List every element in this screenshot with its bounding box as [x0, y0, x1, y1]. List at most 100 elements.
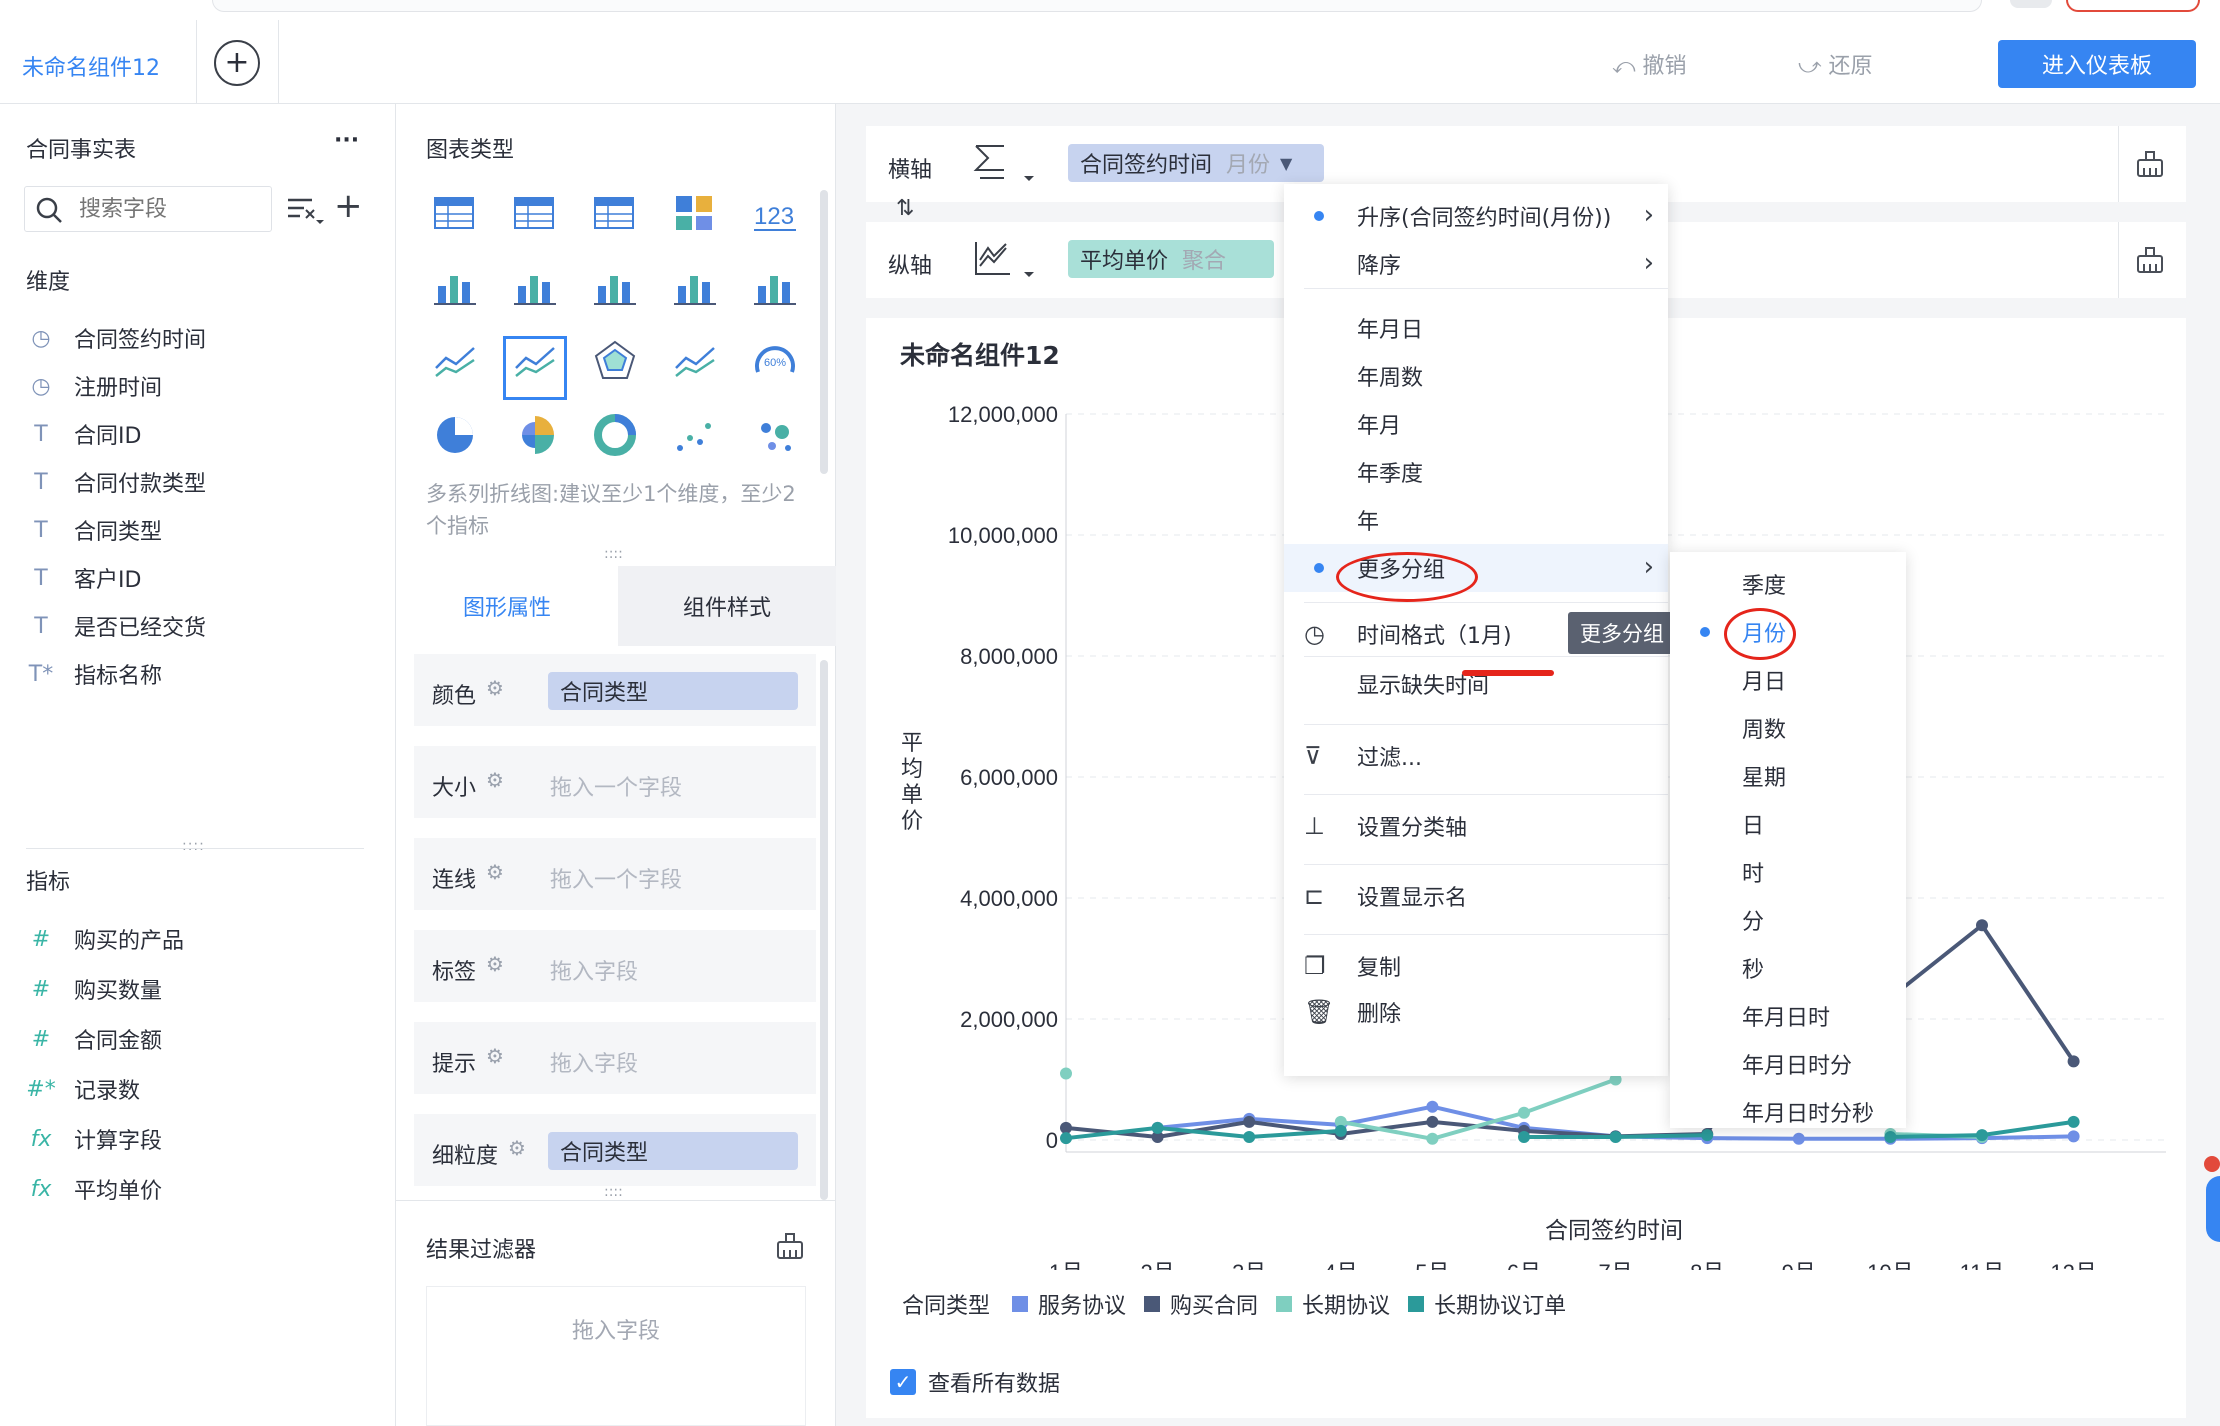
waterfall-icon[interactable]: [752, 264, 798, 310]
kpi-icon[interactable]: 123: [752, 190, 798, 236]
property-field-chip[interactable]: 合同类型: [548, 672, 798, 710]
more-options-button[interactable]: ···: [334, 128, 359, 153]
property-drop-placeholder[interactable]: 拖入字段: [550, 954, 638, 986]
dimension-item[interactable]: ◷ 合同签约时间: [26, 318, 206, 358]
submenu-item[interactable]: 年月日时分秒: [1670, 1088, 1906, 1136]
radar-icon[interactable]: [592, 338, 638, 384]
property-drop-placeholder[interactable]: 拖入字段: [550, 1046, 638, 1078]
data-point[interactable]: [1151, 1121, 1164, 1134]
gauge-icon[interactable]: 60%: [752, 338, 798, 384]
metric-item[interactable]: # 购买数量: [26, 969, 162, 1009]
table-icon[interactable]: [432, 190, 478, 236]
metric-item[interactable]: fx 平均单价: [26, 1169, 162, 1209]
menu-item[interactable]: 降序 ›: [1284, 240, 1668, 288]
color-table-icon[interactable]: [672, 190, 718, 236]
data-point[interactable]: [1518, 1130, 1530, 1143]
pie-icon[interactable]: [432, 412, 478, 458]
add-field-button[interactable]: +: [334, 186, 363, 226]
scatter-icon[interactable]: [672, 412, 718, 458]
splitter-handle[interactable]: ::::: [182, 838, 205, 854]
search-input[interactable]: [79, 193, 259, 225]
data-point[interactable]: [1426, 1132, 1439, 1145]
props-scrollbar[interactable]: [820, 660, 828, 1200]
data-point[interactable]: [1518, 1106, 1530, 1119]
rose-icon[interactable]: [512, 412, 558, 458]
stacked-bar-icon[interactable]: [432, 264, 478, 310]
legend-item[interactable]: 服务协议: [1012, 1288, 1126, 1320]
submenu-item[interactable]: 时: [1670, 848, 1906, 896]
submenu-item[interactable]: 周数: [1670, 704, 1906, 752]
dimension-item[interactable]: ◷ 注册时间: [26, 366, 162, 406]
tab-component[interactable]: 未命名组件12: [22, 50, 160, 82]
metric-item[interactable]: # 合同金额: [26, 1019, 162, 1059]
gear-icon[interactable]: ⚙: [486, 768, 504, 792]
menu-item[interactable]: 🗑 删除: [1284, 988, 1668, 1036]
submenu-item[interactable]: 星期: [1670, 752, 1906, 800]
detail-table-icon[interactable]: [592, 190, 638, 236]
submenu-item[interactable]: 季度: [1670, 560, 1906, 608]
data-point[interactable]: [1976, 919, 1988, 932]
data-point[interactable]: [1060, 1121, 1072, 1134]
legend-item[interactable]: 长期协议: [1276, 1288, 1390, 1320]
x-axis-clear-icon[interactable]: [2134, 148, 2166, 180]
chart-type-scrollbar[interactable]: [820, 190, 828, 474]
menu-item[interactable]: 年: [1284, 496, 1668, 544]
redo-button[interactable]: ⤻ 还原: [1798, 48, 1873, 80]
search-field-box[interactable]: [24, 186, 272, 232]
property-row[interactable]: 标签 ⚙ 拖入字段: [414, 930, 816, 1002]
menu-item[interactable]: 升序(合同签约时间(月份)) ›: [1284, 192, 1668, 240]
property-row[interactable]: 大小 ⚙ 拖入一个字段: [414, 746, 816, 818]
menu-item[interactable]: 年季度: [1284, 448, 1668, 496]
dimension-item[interactable]: T* 指标名称: [26, 654, 162, 694]
donut-icon[interactable]: [592, 412, 638, 458]
menu-item[interactable]: ⊽ 过滤...: [1284, 732, 1668, 780]
submenu-item[interactable]: 日: [1670, 800, 1906, 848]
x-field-chip[interactable]: 合同签约时间 月份 ▼: [1068, 144, 1324, 182]
property-row[interactable]: 颜色 ⚙ 合同类型: [414, 654, 816, 726]
y-axis-chart-icon[interactable]: [972, 238, 1038, 282]
swap-axes-icon[interactable]: ⇅: [896, 196, 914, 221]
menu-item[interactable]: ❐ 复制: [1284, 942, 1668, 990]
add-tab-button[interactable]: +: [214, 40, 260, 86]
submenu-item[interactable]: 月日: [1670, 656, 1906, 704]
dimension-item[interactable]: T 客户ID: [26, 558, 141, 598]
dimension-item[interactable]: T 是否已经交货: [26, 606, 206, 646]
splitter-handle-2[interactable]: ::::: [604, 546, 623, 562]
gear-icon[interactable]: ⚙: [486, 676, 504, 700]
data-point[interactable]: [1609, 1130, 1622, 1143]
legend-item[interactable]: 购买合同: [1144, 1288, 1258, 1320]
property-drop-placeholder[interactable]: 拖入一个字段: [550, 770, 682, 802]
property-drop-placeholder[interactable]: 拖入一个字段: [550, 862, 682, 894]
result-filter-drop[interactable]: 拖入字段: [426, 1286, 806, 1426]
side-expand-tab[interactable]: [2206, 1176, 2220, 1242]
data-point[interactable]: [1426, 1100, 1439, 1113]
metric-item[interactable]: # 购买的产品: [26, 919, 184, 959]
area-icon[interactable]: [672, 338, 718, 384]
splitter-handle-3[interactable]: ::::: [604, 1184, 623, 1200]
data-point[interactable]: [1060, 1067, 1072, 1080]
grouped-bar-icon[interactable]: [512, 264, 558, 310]
data-point[interactable]: [1243, 1115, 1256, 1128]
gear-icon[interactable]: ⚙: [486, 1044, 504, 1068]
range-bar-icon[interactable]: [672, 264, 718, 310]
y-field-chip[interactable]: 平均单价 聚合: [1068, 240, 1274, 278]
gear-icon[interactable]: ⚙: [486, 860, 504, 884]
menu-item[interactable]: 显示缺失时间: [1284, 660, 1668, 708]
data-point[interactable]: [1060, 1132, 1072, 1145]
line-icon[interactable]: [432, 338, 478, 384]
data-point[interactable]: [1426, 1115, 1439, 1128]
table-name[interactable]: 合同事实表: [26, 132, 136, 164]
gear-icon[interactable]: ⚙: [486, 952, 504, 976]
field-options-icon[interactable]: [286, 194, 326, 228]
submenu-item[interactable]: 分: [1670, 896, 1906, 944]
menu-item[interactable]: ⊥ 设置分类轴: [1284, 802, 1668, 850]
enter-dashboard-button[interactable]: 进入仪表板: [1998, 40, 2196, 88]
dimension-item[interactable]: T 合同ID: [26, 414, 141, 454]
metric-item[interactable]: #* 记录数: [26, 1069, 140, 1109]
property-field-chip[interactable]: 合同类型: [548, 1132, 798, 1170]
legend-item[interactable]: 长期协议订单: [1408, 1288, 1566, 1320]
property-row[interactable]: 连线 ⚙ 拖入一个字段: [414, 838, 816, 910]
checkbox-checked-icon[interactable]: ✓: [890, 1369, 916, 1395]
data-point[interactable]: [2067, 1130, 2080, 1143]
tab-shape-properties[interactable]: 图形属性: [396, 566, 618, 646]
